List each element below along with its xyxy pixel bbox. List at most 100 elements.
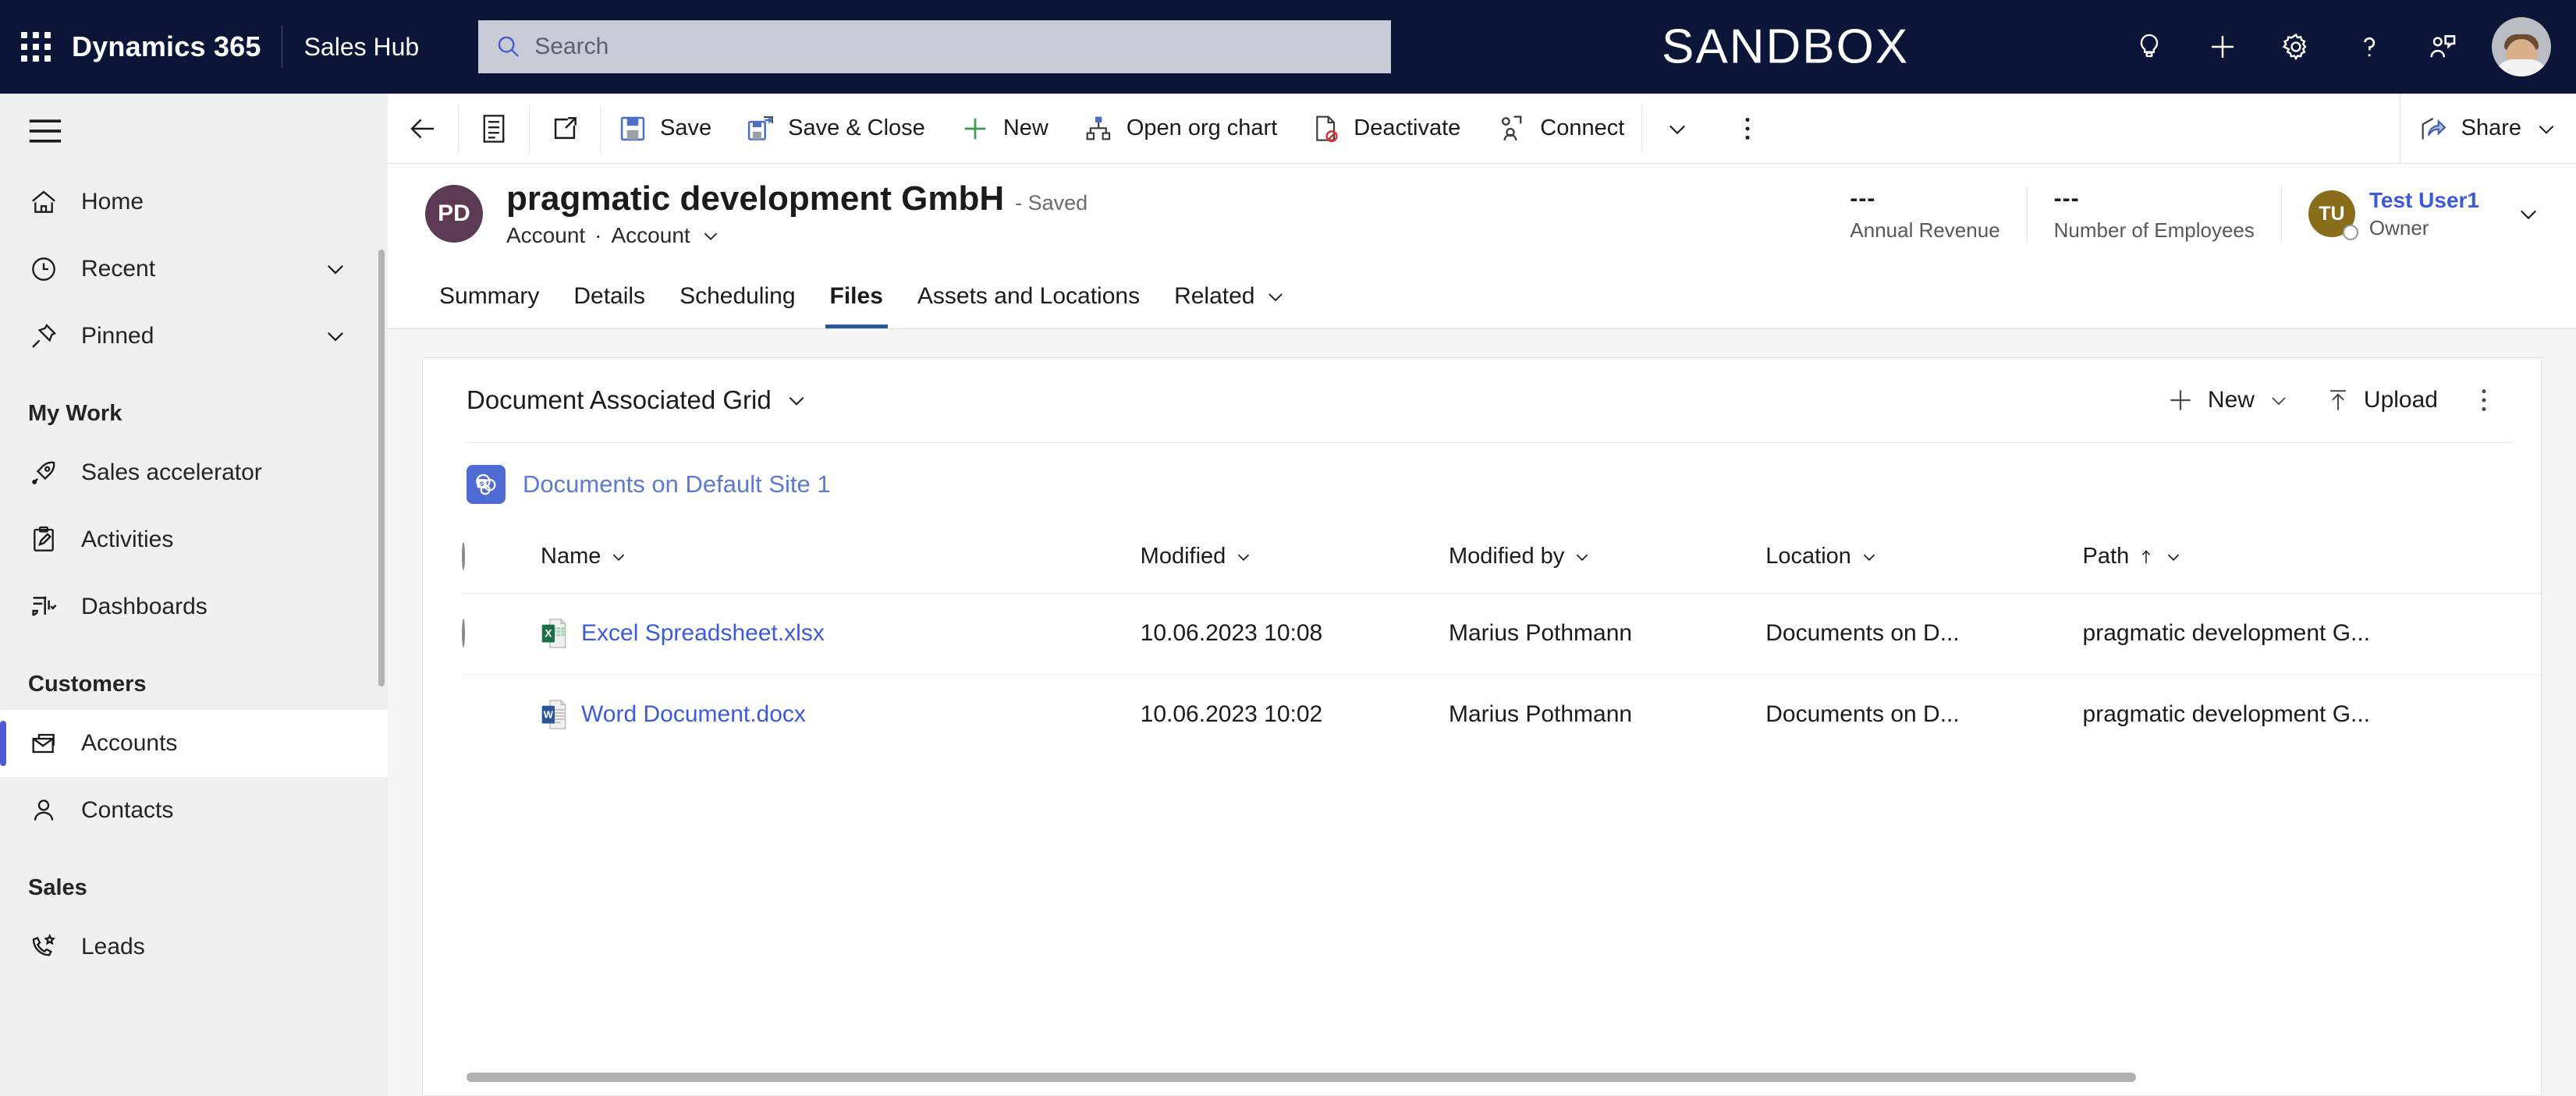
save-and-close-button[interactable]: Save & Close [729, 94, 942, 164]
form-name[interactable]: Account [612, 223, 690, 248]
owner-avatar: TU [2308, 190, 2358, 240]
grid-new-button[interactable]: New [2148, 374, 2308, 426]
search-box[interactable] [478, 20, 1392, 73]
record-title-row: pragmatic development GmbH - Saved [506, 179, 1088, 218]
home-icon [28, 186, 72, 218]
brand-label[interactable]: Dynamics 365 [72, 30, 282, 63]
deactivate-button[interactable]: Deactivate [1294, 94, 1478, 164]
row-select-radio[interactable] [462, 619, 465, 647]
column-header-modified[interactable]: Modified [1140, 521, 1449, 594]
sidebar-item-activities[interactable]: Activities [0, 506, 388, 573]
org-chart-icon [1086, 116, 1110, 140]
row-select-cell [462, 673, 541, 755]
sidebar-item-recent[interactable]: Recent [0, 236, 388, 303]
tab-files[interactable]: Files [813, 264, 900, 328]
feedback-icon[interactable] [2406, 0, 2479, 94]
open-org-chart-button[interactable]: Open org chart [1066, 94, 1294, 164]
sidebar-group-customers: Customers [28, 672, 147, 697]
plus-icon [2170, 390, 2191, 410]
tab-details[interactable]: Details [556, 264, 662, 328]
cell-modified: 10.06.2023 10:08 [1140, 592, 1449, 674]
tab-summary[interactable]: Summary [422, 264, 556, 328]
chevron-down-icon[interactable] [322, 256, 349, 282]
kpi-caption: Number of Employees [2053, 218, 2255, 242]
sidebar-item-dashboards[interactable]: Dashboards [0, 573, 388, 640]
select-all-header [462, 521, 541, 594]
presence-indicator [2342, 225, 2358, 240]
save-button[interactable]: Save [601, 94, 729, 164]
chevron-down-icon [613, 554, 625, 561]
share-group: Share [2399, 93, 2576, 164]
breadcrumb[interactable]: s Documents on Default Site 1 [423, 443, 2541, 521]
search-input[interactable] [534, 34, 1375, 60]
column-header-name[interactable]: Name [541, 521, 1141, 594]
lightbulb-icon[interactable] [2113, 0, 2186, 94]
tab-scheduling[interactable]: Scheduling [662, 264, 812, 328]
breadcrumb-label[interactable]: Documents on Default Site 1 [523, 470, 831, 498]
plus-icon[interactable] [2186, 0, 2259, 94]
app-name-label[interactable]: Sales Hub [282, 33, 420, 62]
select-all-radio[interactable] [462, 542, 465, 571]
chevron-down-icon[interactable] [322, 323, 349, 349]
back-button[interactable] [388, 94, 458, 164]
chevron-down-icon[interactable] [700, 225, 722, 247]
sidebar-item-pinned[interactable]: Pinned [0, 303, 388, 370]
app-body: Home Recent Pinned My Work Sales acceler… [0, 93, 2576, 1096]
tab-assets-and-locations[interactable]: Assets and Locations [900, 264, 1157, 328]
owner-field[interactable]: TU Test User1 Owner [2282, 188, 2542, 240]
command-overflow-button[interactable] [1712, 94, 1783, 164]
leads-icon [28, 931, 72, 963]
chevron-down-icon [2272, 397, 2286, 406]
connect-button[interactable]: Connect [1478, 94, 1641, 164]
file-name-link[interactable]: Excel Spreadsheet.xlsx [581, 620, 825, 647]
sitemap-toggle-button[interactable] [0, 94, 388, 168]
owner-name[interactable]: Test User1 [2369, 188, 2479, 213]
table-row[interactable]: X Excel Spreadsheet.xlsx 10.06.2023 10:0… [462, 592, 2541, 674]
column-header-modified-by[interactable]: Modified by [1448, 521, 1766, 594]
sidebar-item-contacts[interactable]: Contacts [0, 777, 388, 844]
upload-icon [2330, 390, 2346, 410]
pin-icon [28, 321, 72, 352]
share-icon [2422, 117, 2446, 140]
table-row[interactable]: W Word Document.docx 10.06.2023 10:02 Ma… [462, 673, 2541, 755]
sidebar-item-accounts[interactable]: Accounts [0, 710, 388, 777]
sidebar-group-sales: Sales [28, 875, 87, 900]
kpi-value: --- [2053, 185, 2080, 211]
chevron-down-icon[interactable] [2515, 200, 2542, 227]
sidebar-item-sales-accelerator[interactable]: Sales accelerator [0, 439, 388, 506]
share-button[interactable]: Share [2400, 94, 2576, 164]
save-and-close-icon [747, 115, 773, 140]
grid-overflow-button[interactable] [2455, 374, 2513, 426]
sitemap-sidebar: Home Recent Pinned My Work Sales acceler… [0, 94, 388, 1096]
cell-location: Documents on D... [1765, 592, 2083, 674]
sidebar-item-home[interactable]: Home [0, 168, 388, 236]
chevron-down-icon [1863, 554, 1875, 561]
user-avatar[interactable] [2492, 17, 2551, 76]
scrollbar-track[interactable] [467, 1073, 2494, 1082]
scrollbar-thumb[interactable] [467, 1073, 2136, 1082]
sidebar-item-label: Accounts [81, 730, 178, 756]
grid-upload-button[interactable]: Upload [2308, 374, 2455, 426]
file-name-link[interactable]: Word Document.docx [581, 701, 806, 728]
column-header-location[interactable]: Location [1765, 521, 2083, 594]
grid-view-selector-chevron[interactable] [784, 388, 809, 413]
sidebar-item-label: Dashboards [81, 594, 208, 619]
grid-horizontal-scrollbar[interactable] [423, 1059, 2541, 1095]
new-button[interactable]: New [942, 94, 1066, 164]
popout-button[interactable] [530, 94, 600, 164]
owner-text: Test User1 Owner [2369, 188, 2479, 240]
column-label: Modified [1140, 544, 1226, 569]
sidebar-scrollbar[interactable] [378, 250, 385, 686]
column-header-path[interactable]: Path [2082, 521, 2541, 594]
open-org-chart-label: Open org chart [1126, 115, 1278, 140]
deactivate-label: Deactivate [1354, 115, 1461, 140]
sidebar-item-leads[interactable]: Leads [0, 913, 388, 981]
form-selector-button[interactable] [459, 94, 529, 164]
back-arrow-icon [410, 119, 434, 138]
tab-related[interactable]: Related [1157, 264, 1304, 328]
connect-dropdown-button[interactable] [1642, 94, 1712, 164]
gear-icon[interactable] [2259, 0, 2333, 94]
page-title: pragmatic development GmbH [506, 179, 1005, 218]
help-icon[interactable] [2333, 0, 2406, 94]
app-launcher-button[interactable] [0, 32, 72, 62]
